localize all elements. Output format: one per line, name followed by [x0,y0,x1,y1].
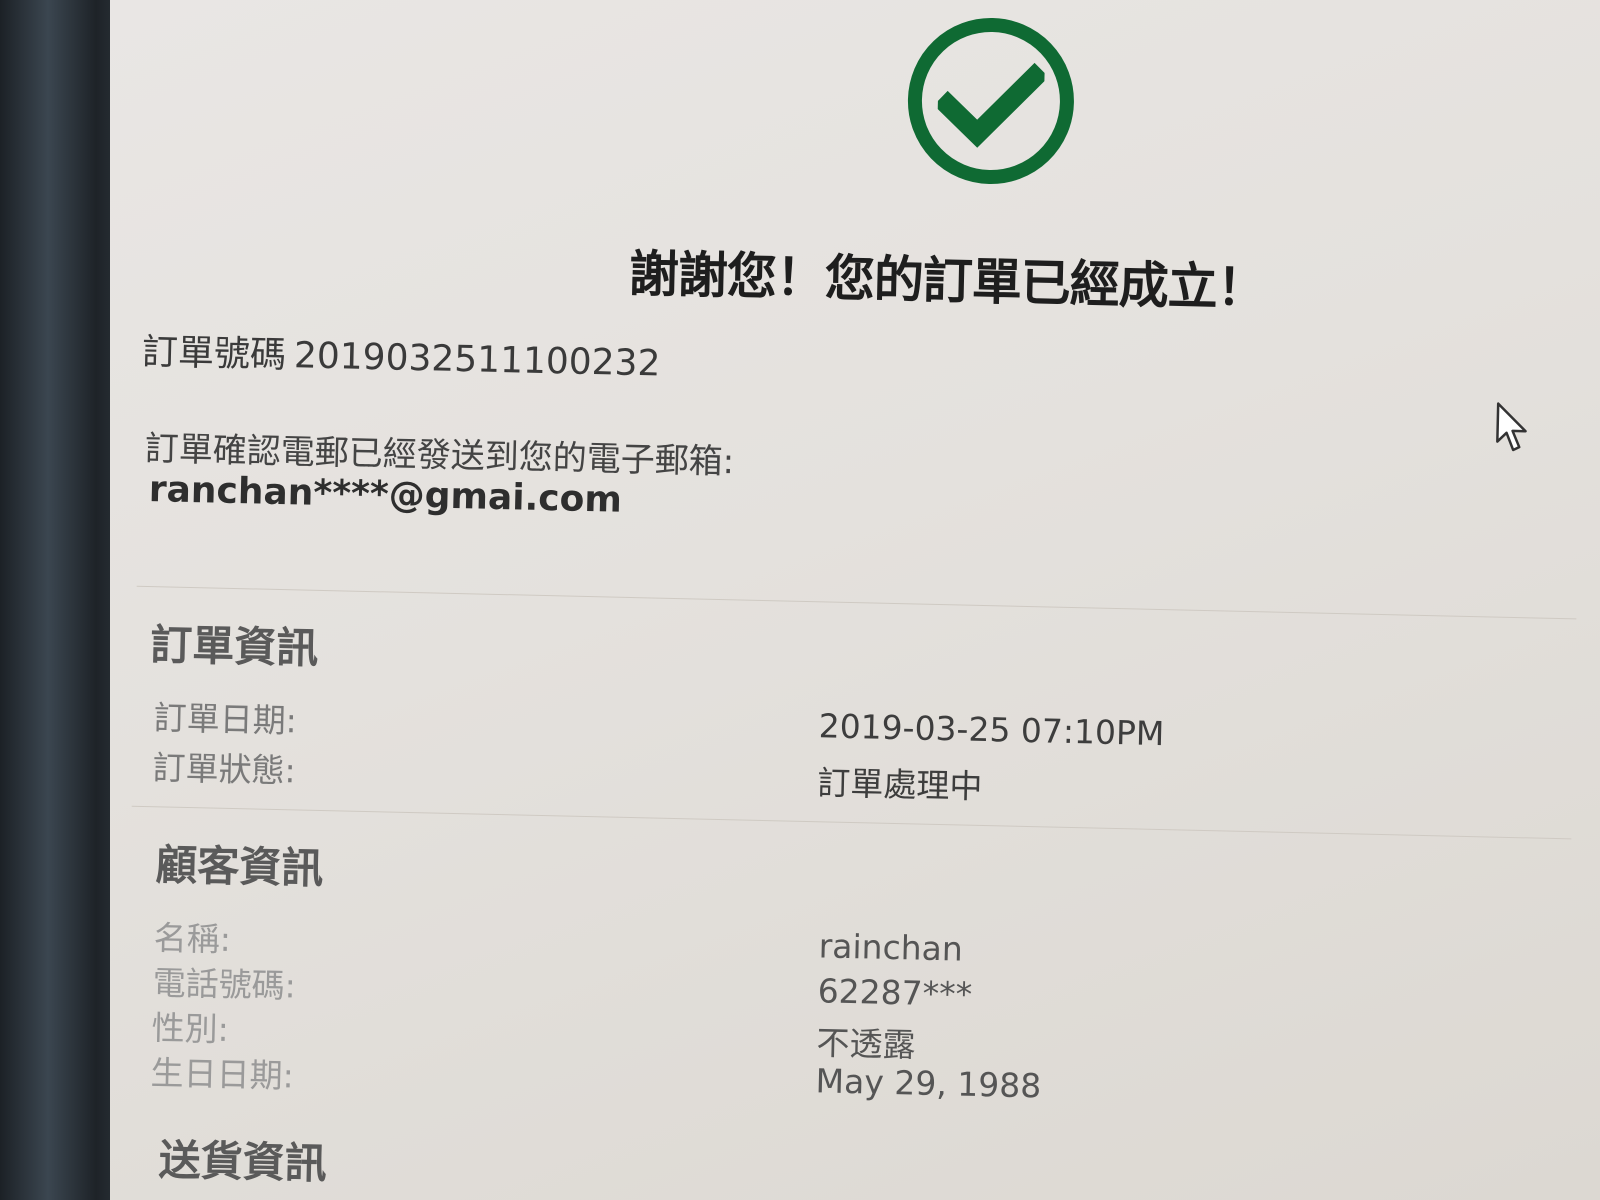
customer-birthday-label: 生日日期: [150,1053,295,1096]
customer-info-title: 顧客資訊 [154,840,324,894]
check-circle-icon [906,16,1076,186]
mouse-pointer-icon [1495,402,1530,459]
customer-gender-value: 不透露 [816,1023,916,1065]
order-date-value: 2019-03-25 07:10PM [818,706,1165,754]
screen: 謝謝您！您的訂單已經成立！ 訂單號碼 2019032511100232 訂單確認電… [110,0,1600,1200]
order-status-label: 訂單狀態: [152,748,297,791]
customer-birthday-value: May 29, 1988 [815,1061,1042,1106]
order-number-line: 訂單號碼 2019032511100232 [142,323,662,387]
checkmark-icon [936,62,1045,148]
order-number: 2019032511100232 [293,335,661,385]
customer-name-value: rainchan [818,926,964,969]
customer-phone-label: 電話號碼: [152,963,297,1006]
delivery-info-title: 送貨資訊 [158,1135,328,1189]
divider [131,805,1572,840]
success-headline: 謝謝您！您的訂單已經成立！ [628,244,1267,318]
customer-gender-label: 性別: [151,1008,230,1049]
order-confirmation-page: 謝謝您！您的訂單已經成立！ 訂單號碼 2019032511100232 訂單確認電… [110,0,1600,1200]
order-info-title: 訂單資訊 [149,620,319,673]
customer-phone-value: 62287*** [817,971,973,1014]
order-number-label: 訂單號碼 [141,331,287,377]
customer-name-label: 名稱: [153,918,232,959]
divider [136,585,1577,620]
order-status-value: 訂單處理中 [816,763,983,806]
order-date-label: 訂單日期: [153,698,298,741]
